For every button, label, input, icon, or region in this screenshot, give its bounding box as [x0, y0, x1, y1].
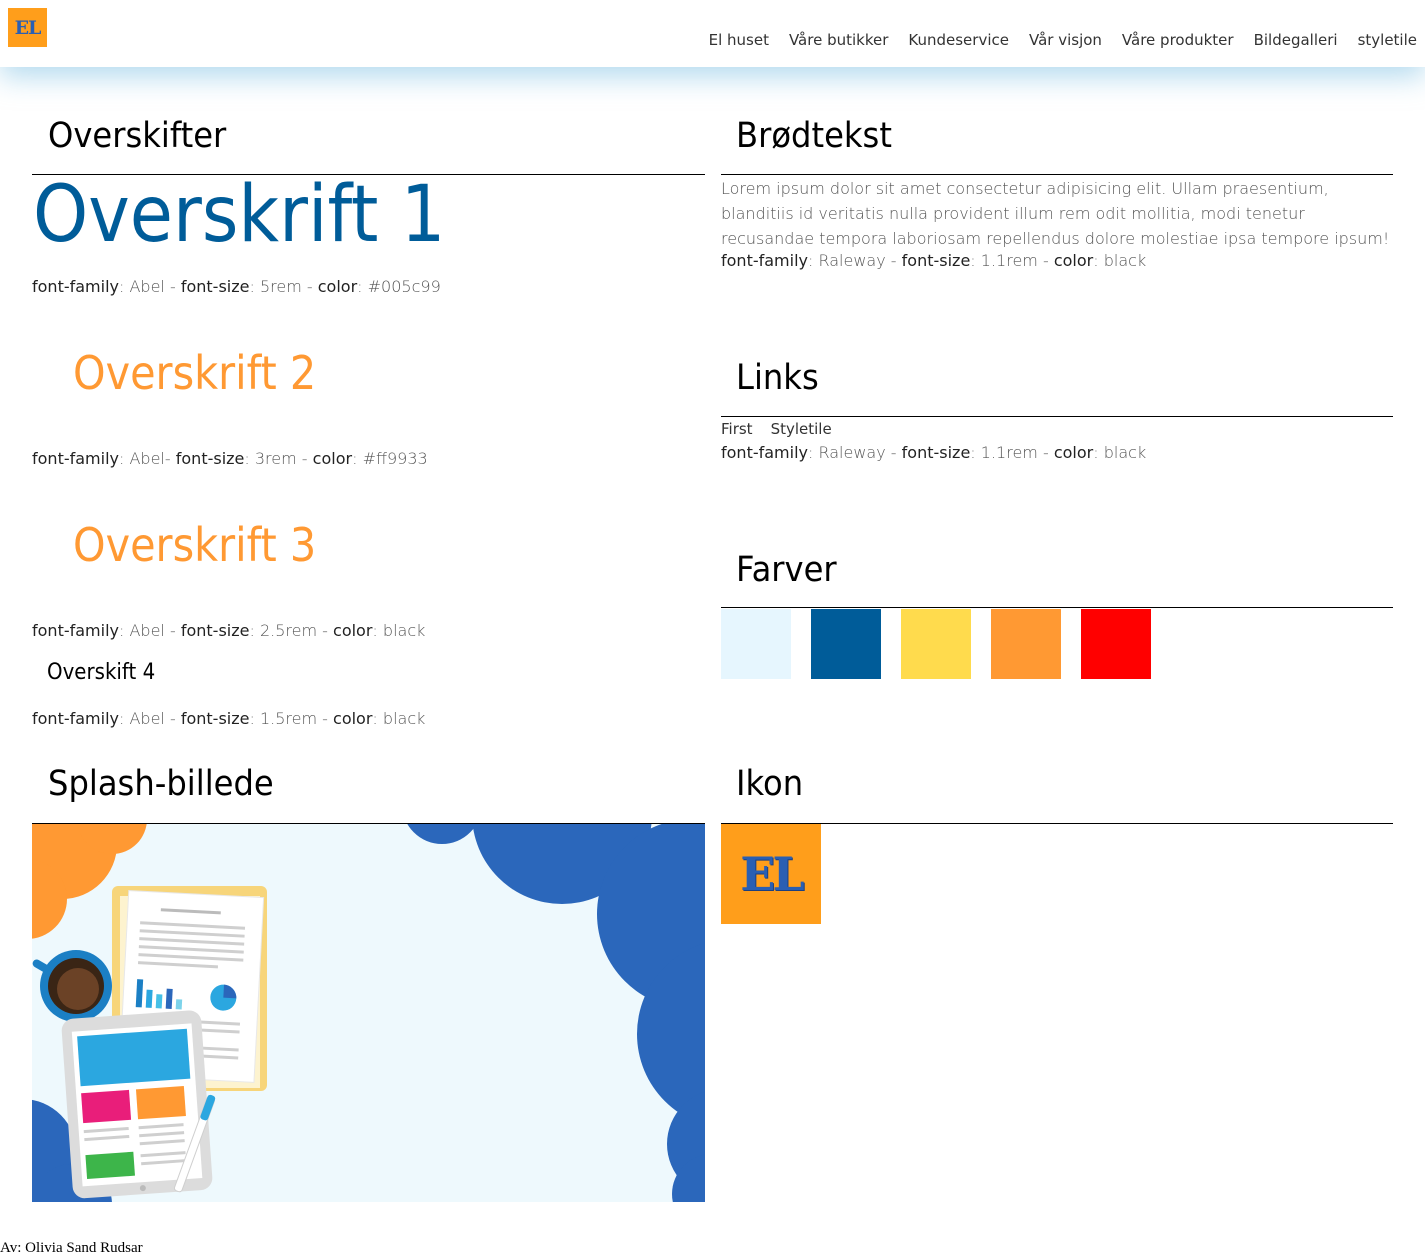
color-swatch-light-blue — [721, 609, 791, 679]
body-text-sample: Lorem ipsum dolor sit amet consectetur a… — [721, 179, 1390, 248]
nav-link-vare-butikker[interactable]: Våre butikker — [789, 31, 888, 49]
nav-link-styletile[interactable]: styletile — [1358, 31, 1417, 49]
color-swatch-dark-blue — [811, 609, 881, 679]
links-sample: First Styletile — [721, 420, 850, 438]
heading-4-sample: Overskift 4 — [47, 660, 156, 685]
heading-3-sample: Overskrift 3 — [73, 518, 317, 572]
color-swatch-orange — [991, 609, 1061, 679]
icon-section-title: Ikon — [736, 764, 804, 804]
link-first[interactable]: First — [721, 420, 753, 438]
nav-link-bildegalleri[interactable]: Bildegalleri — [1254, 31, 1338, 49]
links-section-title: Links — [736, 358, 819, 398]
color-swatch-red — [1081, 609, 1151, 679]
icon-text: EL — [740, 847, 804, 901]
footer-credit: Av: Olivia Sand Rudsar — [0, 1240, 143, 1256]
nav-link-vare-produkter[interactable]: Våre produkter — [1122, 31, 1234, 49]
heading-2-meta: font-family: Abel- font-size: 3rem - col… — [32, 449, 428, 468]
body-text-meta: font-family: Raleway - font-size: 1.1rem… — [721, 251, 1147, 270]
heading-4-meta: font-family: Abel - font-size: 1.5rem - … — [32, 709, 426, 728]
nav-link-el-huset[interactable]: El huset — [709, 31, 769, 49]
icon-divider — [721, 823, 1393, 824]
headings-section-title: Overskifter — [48, 116, 227, 156]
nav-link-kundeservice[interactable]: Kundeservice — [908, 31, 1009, 49]
site-header: EL El huset Våre butikker Kundeservice V… — [0, 0, 1425, 67]
color-swatches — [721, 609, 1171, 679]
colors-section-title: Farver — [736, 550, 837, 590]
links-meta: font-family: Raleway - font-size: 1.1rem… — [721, 443, 1147, 462]
link-styletile[interactable]: Styletile — [771, 420, 832, 438]
heading-3-meta: font-family: Abel - font-size: 2.5rem - … — [32, 621, 426, 640]
colors-divider — [721, 607, 1393, 608]
logo-text: EL — [14, 16, 42, 39]
color-swatch-yellow — [901, 609, 971, 679]
nav-link-var-visjon[interactable]: Vår visjon — [1029, 31, 1102, 49]
splash-image — [32, 824, 705, 1202]
splash-section-title: Splash-billede — [48, 764, 274, 804]
heading-2-sample: Overskrift 2 — [73, 346, 317, 400]
body-divider — [721, 174, 1393, 175]
splash-blue-cloud — [407, 824, 705, 1202]
logo[interactable]: EL — [8, 8, 47, 47]
main-nav: El huset Våre butikker Kundeservice Vår … — [689, 31, 1417, 49]
heading-1-meta: font-family: Abel - font-size: 5rem - co… — [32, 277, 441, 296]
heading-1-sample: Overskrift 1 — [33, 170, 446, 260]
links-divider — [721, 416, 1393, 417]
el-logo-icon: EL — [721, 824, 821, 924]
body-section-title: Brødtekst — [736, 116, 892, 156]
